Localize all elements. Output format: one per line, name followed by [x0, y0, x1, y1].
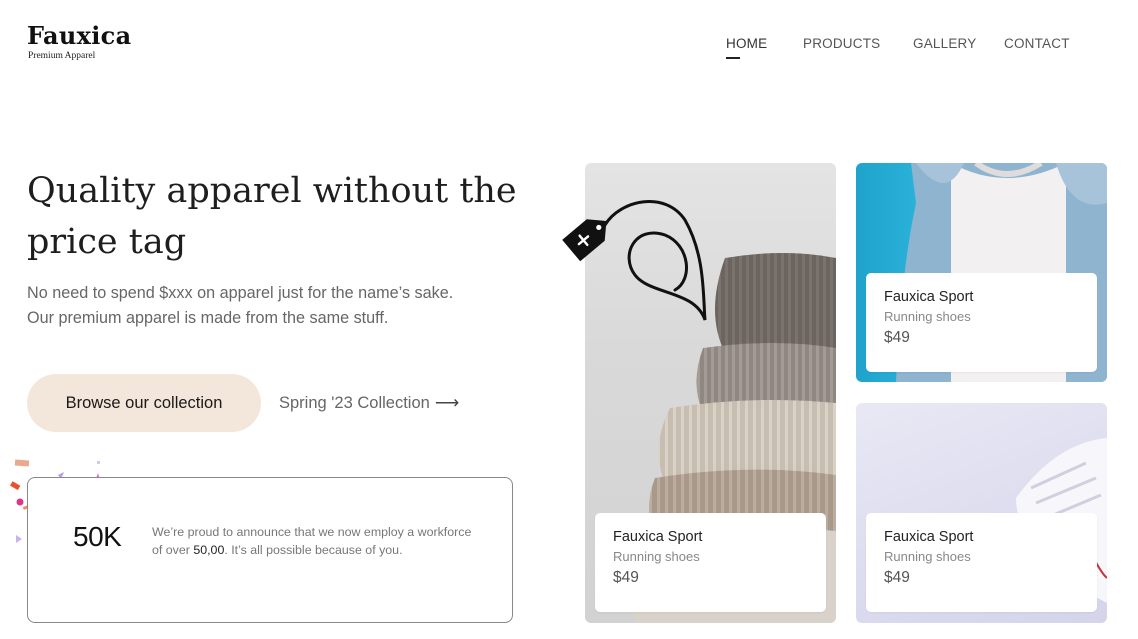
- product-info-card[interactable]: Fauxica Sport Running shoes $49: [866, 513, 1097, 612]
- product-info-card[interactable]: Fauxica Sport Running shoes $49: [595, 513, 826, 612]
- nav-item-label: CONTACT: [1004, 36, 1070, 51]
- nav-item-contact[interactable]: CONTACT: [1004, 36, 1070, 51]
- product-subtitle: Running shoes: [884, 309, 971, 324]
- nav-item-label: GALLERY: [913, 36, 977, 51]
- product-title: Fauxica Sport: [884, 289, 974, 305]
- nav-item-label: PRODUCTS: [803, 36, 881, 51]
- product-card-denim[interactable]: Fauxica Sport Running shoes $49: [856, 163, 1107, 382]
- active-nav-underline: [726, 57, 740, 59]
- spring-collection-link[interactable]: Spring '23 Collection ⟶: [279, 393, 459, 413]
- browse-collection-button[interactable]: Browse our collection: [27, 374, 261, 432]
- main-nav: HOME PRODUCTS GALLERY CONTACT: [0, 36, 1138, 66]
- product-price: $49: [884, 329, 910, 346]
- product-subtitle: Running shoes: [884, 549, 971, 564]
- nav-item-gallery[interactable]: GALLERY: [913, 36, 976, 51]
- stat-text-after: . It’s all possible because of you.: [224, 543, 403, 557]
- hero-subtitle: No need to spend $xxx on apparel just fo…: [27, 281, 527, 331]
- hero-title: Quality apparel without the price tag: [27, 171, 517, 262]
- product-card-shoe[interactable]: Fauxica Sport Running shoes $49: [856, 403, 1107, 623]
- nav-item-products[interactable]: PRODUCTS: [803, 36, 880, 51]
- hero-subtitle-line-1: No need to spend $xxx on apparel just fo…: [27, 284, 454, 302]
- nav-item-label: HOME: [726, 36, 768, 51]
- product-price: $49: [884, 569, 910, 586]
- spring-collection-label: Spring '23 Collection: [279, 393, 430, 412]
- price-tag-icon: [562, 200, 707, 321]
- product-info-card[interactable]: Fauxica Sport Running shoes $49: [866, 273, 1097, 372]
- nav-item-home[interactable]: HOME: [726, 36, 768, 59]
- product-subtitle: Running shoes: [613, 549, 700, 564]
- product-price: $49: [613, 569, 639, 586]
- stat-value: 50K: [73, 521, 122, 552]
- hero-subtitle-line-2: Our premium apparel is made from the sam…: [27, 309, 389, 327]
- stat-card: 50K We’re proud to announce that we now …: [27, 477, 513, 623]
- stat-text-highlight: 50,00: [193, 543, 225, 557]
- product-title: Fauxica Sport: [613, 529, 703, 545]
- arrow-right-icon: ⟶: [434, 393, 460, 412]
- product-title: Fauxica Sport: [884, 529, 974, 545]
- stat-description: We’re proud to announce that we now empl…: [152, 523, 472, 559]
